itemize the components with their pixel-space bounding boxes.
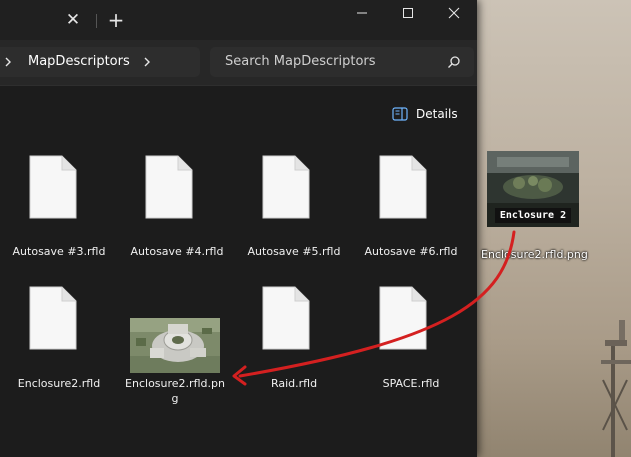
breadcrumb-mapdescriptors[interactable]: MapDescriptors [28,47,130,77]
address-bar[interactable]: MapDescriptors [0,47,200,77]
file-item[interactable]: Autosave #4.rfld [119,148,235,268]
file-name: Enclosure2.rfld [17,377,101,390]
file-item[interactable]: Enclosure2.rfld [1,280,117,410]
search-placeholder: Search MapDescriptors [225,54,376,69]
maximize-button[interactable] [385,0,431,26]
minimize-icon [357,12,367,14]
file-name: Enclosure2.rfld.png [481,248,588,261]
document-icon [379,286,427,350]
file-name: Autosave #5.rfld [247,245,341,258]
chevron-right-icon[interactable] [141,47,153,77]
address-toolbar: MapDescriptors Search MapDescriptors [0,40,477,85]
file-item[interactable]: Autosave #6.rfld [353,148,469,268]
search-icon [448,56,460,68]
file-item[interactable]: Raid.rfld [236,280,352,410]
image-thumbnail [130,318,220,373]
document-icon [379,155,427,219]
details-pane-icon [392,107,408,121]
file-name: Autosave #6.rfld [364,245,458,258]
document-icon [145,155,193,219]
image-thumbnail: Enclosure 2 [487,151,579,227]
file-name: Autosave #4.rfld [130,245,224,258]
file-item[interactable]: Autosave #5.rfld [236,148,352,268]
close-icon [448,7,460,19]
file-name: Raid.rfld [270,377,318,390]
file-item[interactable]: Autosave #3.rfld [1,148,117,268]
details-pane-button[interactable]: Details [386,101,466,127]
file-name-line-1: Enclosure2.rfld.pn [125,377,225,390]
file-item[interactable]: SPACE.rfld [353,280,469,410]
desktop-wallpaper-tower [601,320,631,457]
document-icon [262,155,310,219]
file-name: Autosave #3.rfld [12,245,106,258]
close-window-button[interactable] [431,0,477,26]
chevron-right-icon[interactable] [2,47,14,77]
file-explorer-window: ✕ + MapDescriptors Search MapDescriptors [0,0,477,457]
thumbnail-caption: Enclosure 2 [499,210,567,221]
file-name: SPACE.rfld [382,377,440,390]
new-tab-button[interactable]: + [106,9,126,31]
document-icon [29,155,77,219]
command-bar: Details [0,85,477,141]
document-icon [262,286,310,350]
document-icon [29,286,77,350]
title-bar: ✕ + [0,0,477,40]
minimize-button[interactable] [339,0,385,26]
tab-close-button[interactable]: ✕ [63,10,83,30]
tab-separator [96,14,97,28]
search-input[interactable]: Search MapDescriptors [210,47,474,77]
file-name-line-2: g [171,392,179,405]
desktop-file-item[interactable]: Enclosure 2 Enclosure2.rfld.png [481,148,588,268]
file-name: Enclosure2.rfld.pn g [117,376,233,406]
details-label: Details [416,107,458,121]
maximize-icon [403,8,413,18]
